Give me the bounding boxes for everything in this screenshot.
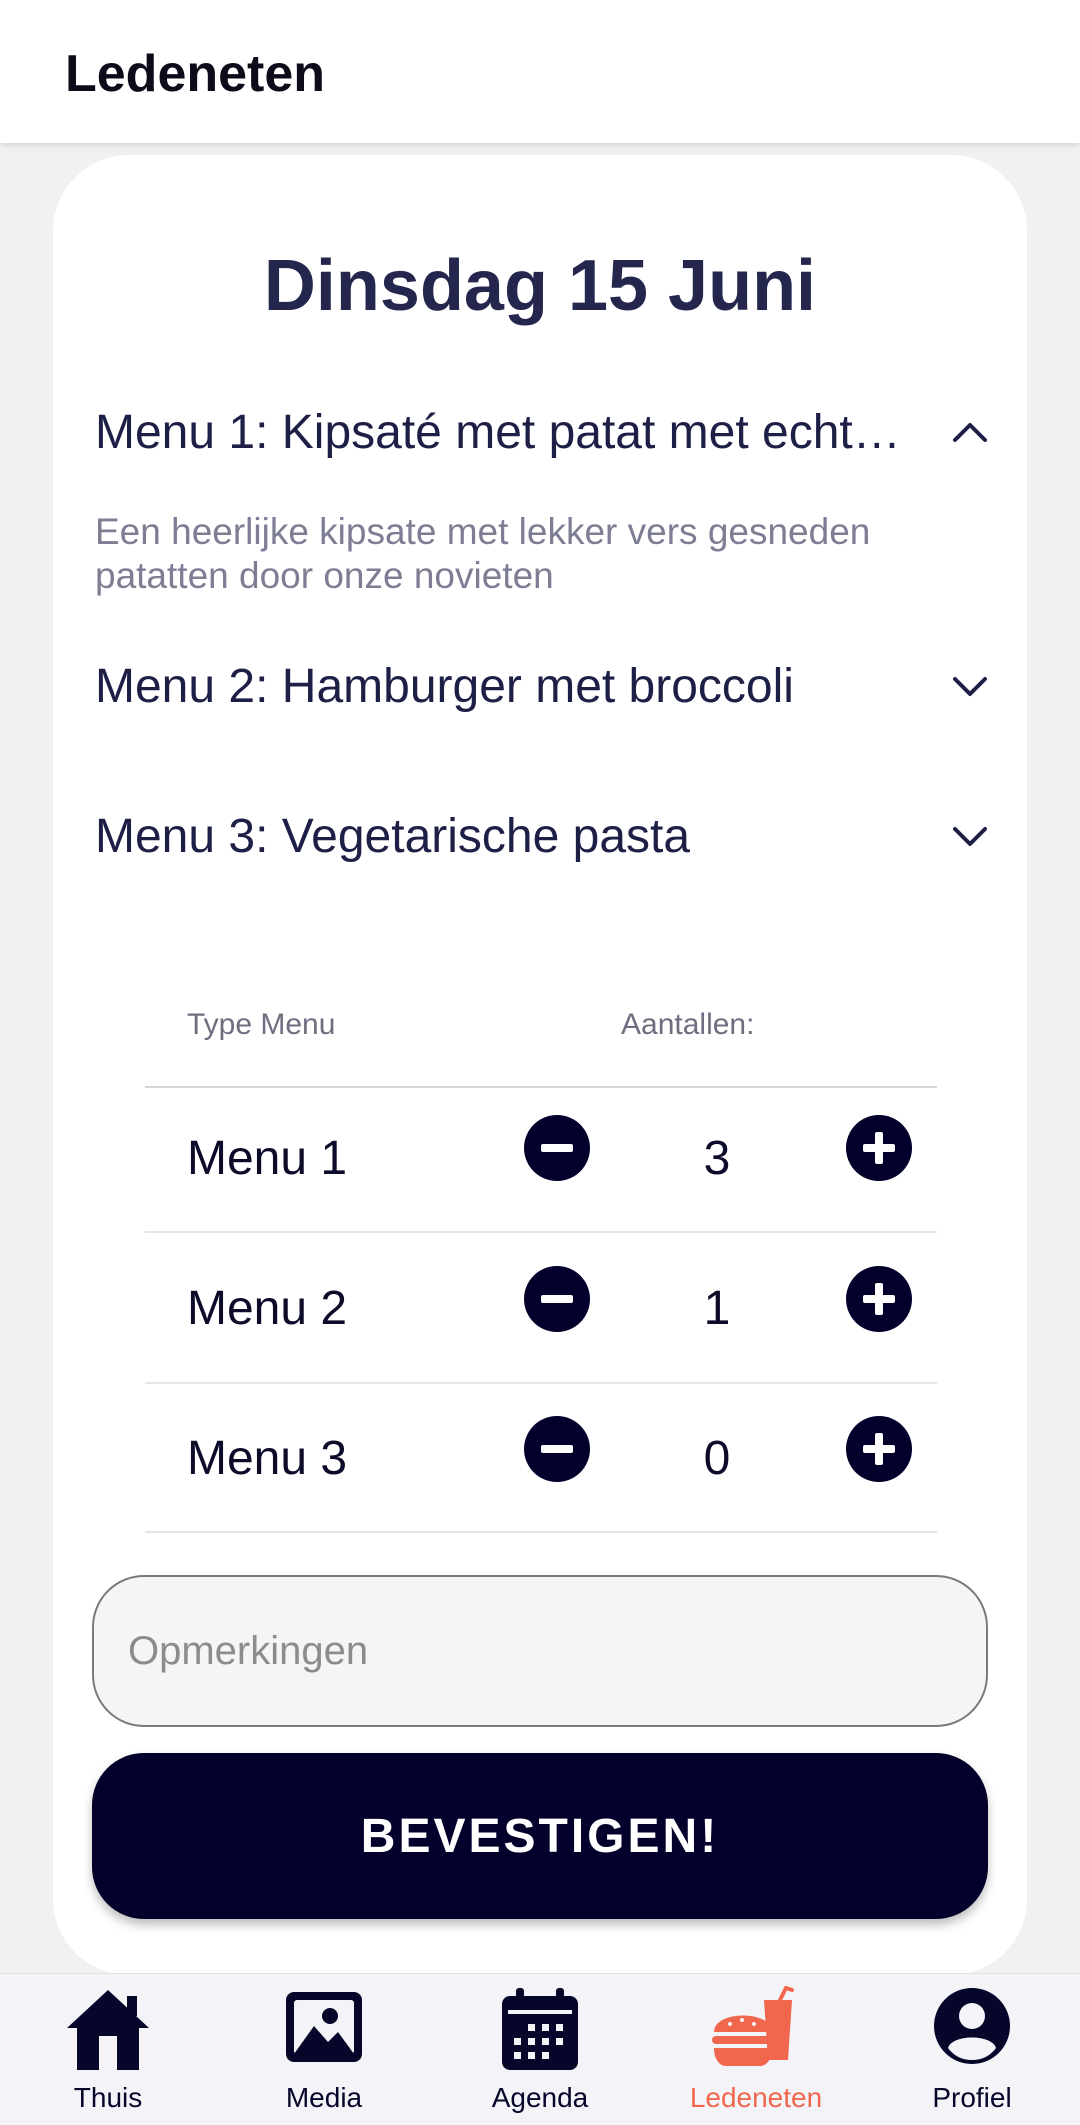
menu-2-accordion-header[interactable]: Menu 2: Hamburger met broccoli — [95, 641, 995, 731]
minus-icon — [541, 1445, 573, 1453]
table-divider — [145, 1231, 937, 1233]
nav-label: Profiel — [932, 2082, 1012, 2113]
table-divider — [145, 1086, 937, 1088]
nav-label: Ledeneten — [689, 2082, 823, 2113]
column-header-count: Aantallen: — [621, 1008, 755, 1041]
minus-icon — [541, 1295, 573, 1303]
increment-menu-2-button[interactable] — [846, 1266, 912, 1332]
bottom-navigation: Thuis Media Agenda Ledeneten Profiel — [0, 1973, 1080, 2125]
nav-item-agenda[interactable]: Agenda — [432, 1974, 648, 2125]
food-icon — [708, 1985, 804, 2079]
increment-menu-1-button[interactable] — [846, 1115, 912, 1181]
nav-item-ledeneten[interactable]: Ledeneten — [648, 1974, 864, 2125]
row-label-menu-2: Menu 2 — [187, 1282, 348, 1335]
plus-icon — [863, 1132, 895, 1164]
minus-icon — [541, 1144, 573, 1152]
menu-1-accordion-header[interactable]: Menu 1: Kipsaté met patat met echte mayo — [95, 387, 995, 477]
chevron-down-icon — [945, 661, 995, 711]
page-title: Ledeneten — [65, 45, 326, 103]
menu-1-description: Een heerlijke kipsate met lekker vers ge… — [95, 511, 871, 596]
menu-3-accordion-header[interactable]: Menu 3: Vegetarische pasta — [95, 791, 995, 881]
plus-icon — [863, 1283, 895, 1315]
confirm-button[interactable]: BEVESTIGEN! — [92, 1753, 988, 1919]
chevron-up-icon — [945, 407, 995, 457]
increment-menu-3-button[interactable] — [846, 1416, 912, 1482]
profile-icon — [932, 1986, 1012, 2071]
image-icon — [282, 1986, 366, 2071]
decrement-menu-2-button[interactable] — [524, 1266, 590, 1332]
nav-label: Media — [285, 2082, 363, 2113]
row-label-menu-1: Menu 1 — [187, 1132, 348, 1185]
remarks-input[interactable] — [92, 1575, 988, 1727]
count-menu-2: 1 — [703, 1282, 731, 1335]
row-label-menu-3: Menu 3 — [187, 1432, 348, 1485]
date-heading: Dinsdag 15 Juni — [263, 246, 817, 326]
nav-label: Thuis — [73, 2082, 143, 2113]
nav-label: Agenda — [491, 2082, 589, 2113]
app-bar: Ledeneten — [0, 0, 1080, 143]
column-header-type: Type Menu — [187, 1008, 336, 1041]
nav-item-thuis[interactable]: Thuis — [0, 1974, 216, 2125]
home-icon — [63, 1986, 153, 2077]
calendar-icon — [498, 1986, 582, 2077]
count-menu-3: 0 — [703, 1432, 731, 1485]
table-divider — [145, 1531, 937, 1533]
nav-item-profiel[interactable]: Profiel — [864, 1974, 1080, 2125]
count-menu-1: 3 — [703, 1132, 731, 1185]
menu-2-title: Menu 2: Hamburger met broccoli — [95, 659, 794, 713]
decrement-menu-3-button[interactable] — [524, 1416, 590, 1482]
menu-3-title: Menu 3: Vegetarische pasta — [95, 809, 691, 863]
menu-1-title: Menu 1: Kipsaté met patat met echte mayo — [95, 405, 915, 459]
decrement-menu-1-button[interactable] — [524, 1115, 590, 1181]
nav-item-media[interactable]: Media — [216, 1974, 432, 2125]
plus-icon — [863, 1433, 895, 1465]
table-divider — [145, 1382, 937, 1384]
chevron-down-icon — [945, 811, 995, 861]
